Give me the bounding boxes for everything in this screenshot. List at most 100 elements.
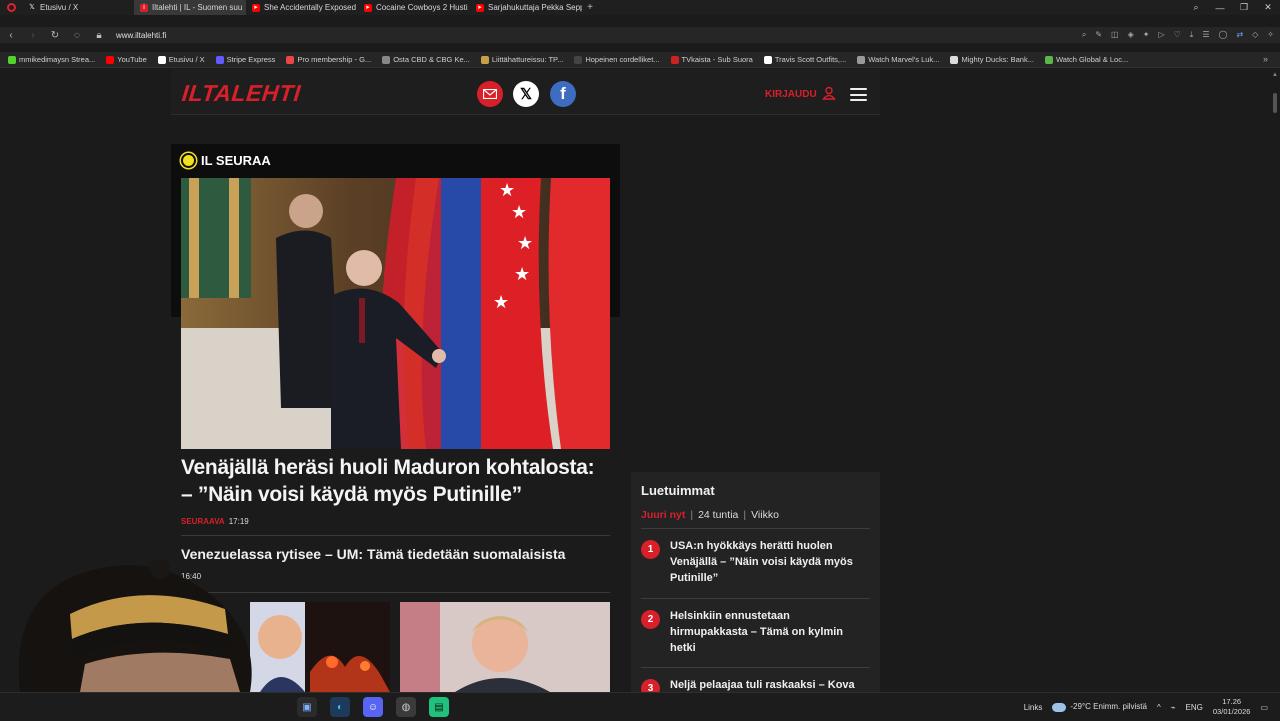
translate-icon[interactable]: ⇄ <box>1236 30 1243 40</box>
most-read-headline[interactable]: Neljä pelaajaa tuli raskaaksi – Kova <box>670 677 865 692</box>
bookmark-label: Stripe Express <box>226 55 276 64</box>
tab-24h[interactable]: 24 tuntia <box>698 509 738 521</box>
browser-tab[interactable]: ▸ Sarjahukuttaja Pekka Sepp <box>470 0 582 15</box>
most-read-item[interactable]: 1 USA:n hyökkäys herätti huolen Venäjäll… <box>641 538 870 598</box>
new-tab-button[interactable]: + <box>582 2 598 13</box>
bookmark-item[interactable]: TVkaista - Sub Suora <box>670 55 753 64</box>
most-read-title: Luetuimmat <box>641 483 715 498</box>
page-scrollbar[interactable]: ▲ <box>1270 69 1280 692</box>
browser-tab[interactable]: 𝕏 Etusivu / X <box>22 0 134 15</box>
bookmark-item[interactable]: mmikedimaysn Strea... <box>8 55 95 64</box>
restore-button[interactable]: ❐ <box>1232 2 1256 13</box>
bookmark-favicon-icon <box>8 55 16 64</box>
close-window-button[interactable]: ✕ <box>1256 2 1280 13</box>
search-icon[interactable]: ⌕ <box>1082 30 1086 40</box>
opera-menu-icon[interactable] <box>0 0 22 15</box>
hero-image[interactable]: ★ ★ ★ ★ ★ <box>181 178 610 449</box>
system-clock[interactable]: 17.26 03/01/2026 <box>1213 697 1251 717</box>
bookmark-item[interactable]: Hopeinen cordelliket... <box>574 55 660 64</box>
svg-text:★: ★ <box>517 233 533 254</box>
reload-button[interactable]: ↻ <box>44 30 66 41</box>
scroll-thumb[interactable] <box>1273 93 1277 113</box>
camera-icon[interactable]: ◫ <box>1111 30 1119 40</box>
story-thumbnail[interactable] <box>400 602 610 692</box>
x-share-icon[interactable]: 𝕏 <box>513 81 539 107</box>
links-toolbar[interactable]: Links <box>1024 703 1043 712</box>
ai-icon[interactable]: ✧ <box>1267 30 1274 40</box>
rank-badge: 2 <box>641 610 660 629</box>
hero-meta: SEURAAVA 17:19 <box>181 517 249 526</box>
bookmark-item[interactable]: YouTube <box>106 55 147 64</box>
bookmark-favicon-icon <box>574 55 583 64</box>
address-bar: ‹ › ↻ ◌ 🔒︎ www.iltalehti.fi ⌕ ✎ ◫ ◈ ✦ ▷ … <box>0 27 1280 43</box>
url-field[interactable]: www.iltalehti.fi <box>116 31 166 40</box>
most-read-panel: Luetuimmat Juuri nyt | 24 tuntia | Viikk… <box>631 472 880 692</box>
most-read-headline[interactable]: Helsinkiin ennustetaan hirmupakkasta – T… <box>670 608 865 656</box>
bookmark-item[interactable]: Travis Scott Outfits,... <box>763 55 846 64</box>
most-read-item[interactable]: 2 Helsinkiin ennustetaan hirmupakkasta –… <box>641 608 870 664</box>
svg-text:★: ★ <box>511 202 527 223</box>
photos-app-icon[interactable]: ▣ <box>297 697 317 717</box>
edge-app-icon[interactable]: ◐ <box>330 697 350 717</box>
most-read-item[interactable]: 3 Neljä pelaajaa tuli raskaaksi – Kova <box>641 677 870 692</box>
tab-title: Sarjahukuttaja Pekka Sepp <box>488 3 582 12</box>
facebook-share-icon[interactable]: f <box>550 81 576 107</box>
hamburger-menu-button[interactable] <box>850 88 867 101</box>
app-icon[interactable]: ▤ <box>429 697 449 717</box>
heart-icon[interactable]: ♡ <box>1174 30 1181 40</box>
bookmark-label: Hopeinen cordelliket... <box>585 55 660 64</box>
bookmark-label: Watch Global & Loc... <box>1055 55 1129 64</box>
notifications-icon[interactable]: ▭ <box>1260 703 1268 712</box>
browser-tab-active[interactable]: i Iltalehti | IL - Suomen suu <box>134 0 246 15</box>
bookmark-item[interactable]: Liittähattureissu: TP... <box>480 55 564 64</box>
email-share-icon[interactable] <box>477 81 503 107</box>
article-tag[interactable]: SEURAAVA <box>181 517 225 526</box>
discord-app-icon[interactable]: ☺ <box>363 697 383 717</box>
divider <box>641 598 870 599</box>
menu-icon[interactable]: ☰ <box>1202 30 1209 40</box>
vpn-icon[interactable]: ◈ <box>1128 30 1134 40</box>
login-link[interactable]: KIRJAUDU <box>765 89 817 100</box>
minimize-button[interactable]: — <box>1208 3 1232 13</box>
profile-icon[interactable]: ◯ <box>1218 30 1227 40</box>
browser-tab[interactable]: ▸ She Accidentally Exposed <box>246 0 358 15</box>
box-icon[interactable]: ◇ <box>1252 30 1258 40</box>
extension-icon[interactable]: ✦ <box>1143 30 1150 40</box>
tab-search-icon[interactable]: ⌕ <box>1184 2 1208 13</box>
divider <box>641 528 870 529</box>
edit-icon[interactable]: ✎ <box>1095 30 1102 40</box>
bookmark-item[interactable]: Watch Marvel's Luk... <box>857 55 939 64</box>
forward-button[interactable]: › <box>22 30 44 41</box>
bookmarks-overflow-icon[interactable]: » <box>1263 54 1268 64</box>
app-icon[interactable]: ◍ <box>396 697 416 717</box>
language-indicator[interactable]: ENG <box>1186 703 1203 712</box>
bookmark-item[interactable]: Osta CBD & CBG Ke... <box>382 55 470 64</box>
bookmark-item[interactable]: Etusivu / X <box>157 55 205 64</box>
network-icon[interactable]: ⌁ <box>1171 703 1176 712</box>
iltalehti-logo[interactable]: ILTALEHTI <box>181 80 302 107</box>
story-thumbnail[interactable] <box>250 602 390 692</box>
tray-overflow-icon[interactable]: ^ <box>1157 703 1161 712</box>
browser-tab[interactable]: ▸ Cocaine Cowboys 2 Husti <box>358 0 470 15</box>
most-read-headline[interactable]: USA:n hyökkäys herätti huolen Venäjällä … <box>670 538 865 586</box>
scroll-up-icon[interactable]: ▲ <box>1272 72 1278 78</box>
tab-now[interactable]: Juuri nyt <box>641 509 685 521</box>
divider <box>641 667 870 668</box>
bookmark-item[interactable]: Pro membership - G... <box>286 55 371 64</box>
bookmark-item[interactable]: Watch Global & Loc... <box>1044 55 1129 64</box>
back-button[interactable]: ‹ <box>0 30 22 41</box>
bookmark-label: Liittähattureissu: TP... <box>491 55 564 64</box>
weather-widget[interactable]: -29°C Enimm. pilvistä <box>1052 702 1147 712</box>
player-icon[interactable]: ▷ <box>1158 30 1164 40</box>
download-icon[interactable]: ⤓ <box>1190 30 1194 40</box>
webcam-overlay <box>0 539 270 692</box>
hero-headline[interactable]: Venäjällä heräsi huoli Maduron kohtalost… <box>181 454 611 508</box>
bookmark-label: Etusivu / X <box>168 55 205 64</box>
bookmark-item[interactable]: Mighty Ducks: Bank... <box>950 55 1034 64</box>
tab-week[interactable]: Viikko <box>751 509 779 521</box>
bookmark-item[interactable]: Stripe Express <box>215 55 276 64</box>
bookmark-favicon-icon <box>157 55 166 64</box>
user-icon[interactable] <box>822 86 836 100</box>
tab-separator: | <box>743 509 747 521</box>
shield-icon[interactable]: ◌ <box>66 30 88 41</box>
